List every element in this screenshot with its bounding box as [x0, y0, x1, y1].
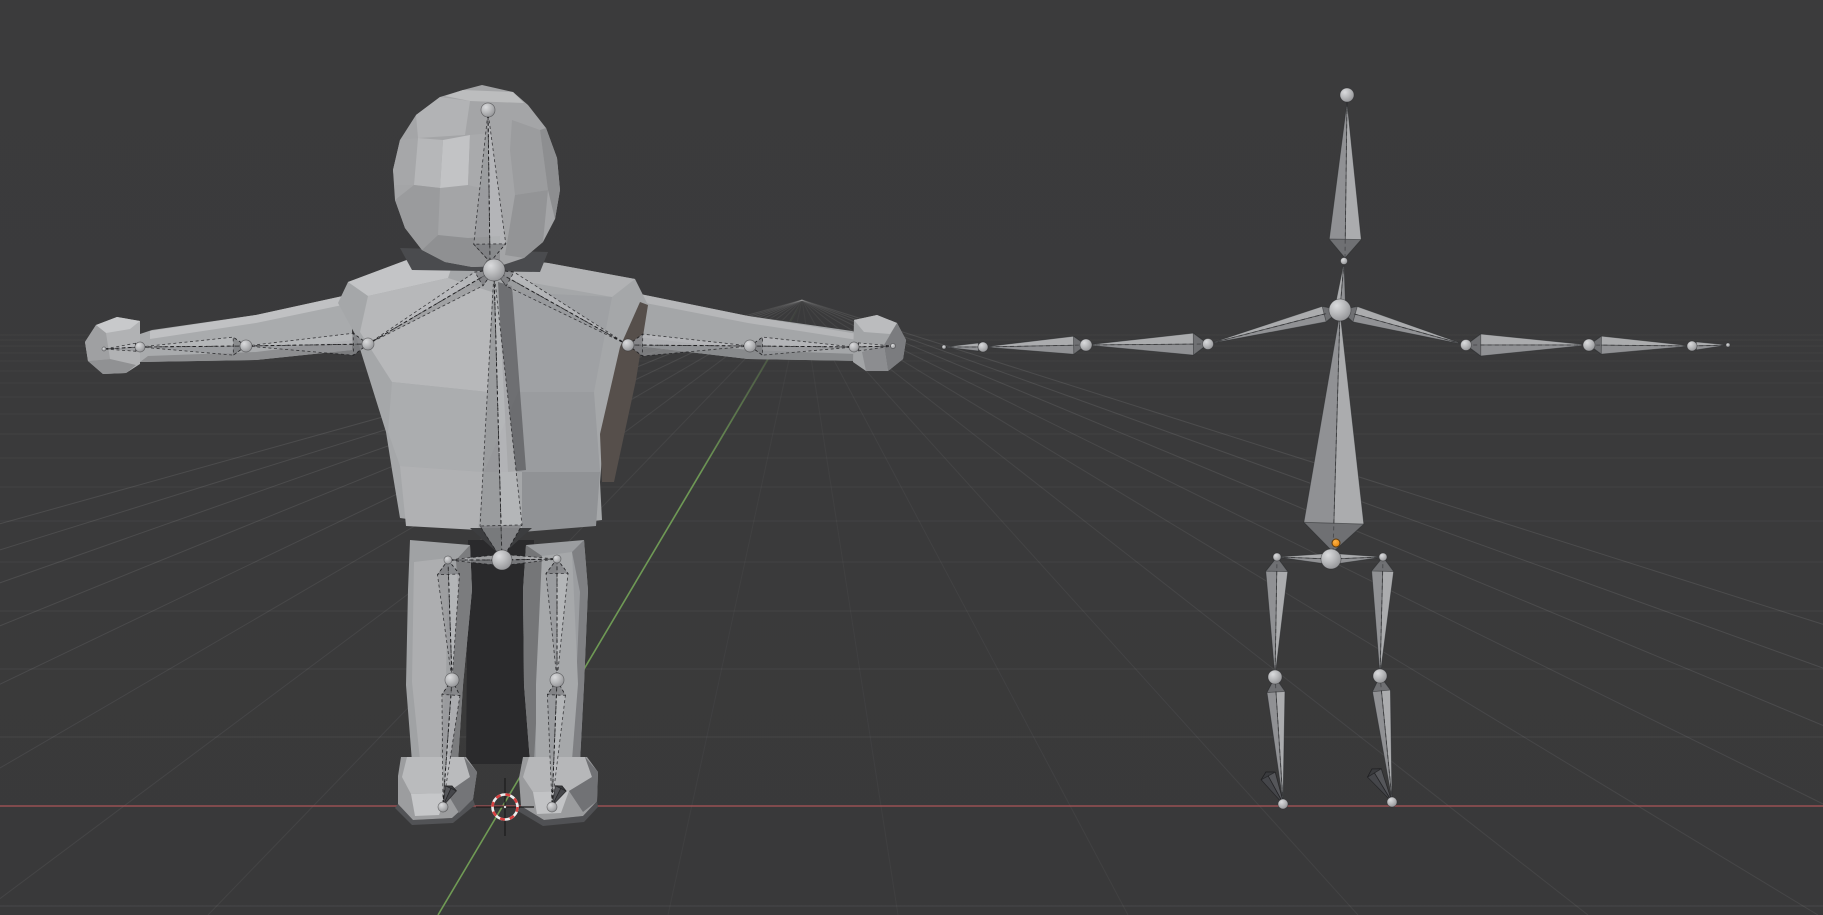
bone-joint-sphere[interactable] — [550, 673, 564, 687]
bone-joint-sphere[interactable] — [1080, 339, 1092, 351]
bone-joint-sphere[interactable] — [362, 338, 374, 350]
cursor-center-dot — [504, 806, 506, 808]
bone-joint-sphere[interactable] — [445, 673, 459, 687]
bone-joint-sphere[interactable] — [1583, 339, 1595, 351]
bone-joint-sphere[interactable] — [744, 340, 756, 352]
bone-joint-sphere[interactable] — [1273, 553, 1281, 561]
bone-joint-sphere[interactable] — [891, 344, 896, 349]
bone-joint-sphere[interactable] — [1329, 299, 1351, 321]
mesh-head-facet — [414, 138, 443, 188]
object-origin-dot[interactable] — [1332, 539, 1340, 547]
bone-joint-sphere[interactable] — [547, 802, 557, 812]
bone-joint-sphere[interactable] — [483, 259, 505, 281]
bone-joint-sphere[interactable] — [1321, 549, 1341, 569]
bone-joint-sphere[interactable] — [492, 550, 512, 570]
bone-joint-sphere[interactable] — [1340, 88, 1354, 102]
bone-joint-sphere[interactable] — [1726, 343, 1730, 347]
mesh-abdomen-left — [388, 382, 488, 472]
bone-joint-sphere[interactable] — [102, 347, 106, 351]
bone-joint-sphere[interactable] — [1461, 340, 1472, 351]
bone-joint-sphere[interactable] — [444, 556, 452, 564]
bone-joint-sphere[interactable] — [622, 339, 634, 351]
bone-joint-sphere[interactable] — [978, 342, 988, 352]
bone-joint-sphere[interactable] — [481, 103, 495, 117]
bone-joint-sphere[interactable] — [1687, 341, 1697, 351]
mesh-hip-right — [522, 472, 600, 532]
blender-3d-viewport[interactable] — [0, 0, 1823, 915]
bone-joint-sphere[interactable] — [1387, 797, 1397, 807]
mesh-hip-left — [400, 466, 484, 530]
bone-joint-sphere[interactable] — [553, 555, 561, 563]
bone-joint-sphere[interactable] — [1373, 669, 1387, 683]
bone-joint-sphere[interactable] — [942, 345, 946, 349]
mesh-head-facet — [440, 135, 470, 188]
bone-joint-sphere[interactable] — [1268, 670, 1282, 684]
bone-joint-sphere[interactable] — [438, 802, 448, 812]
viewport-canvas[interactable] — [0, 0, 1823, 915]
bone-joint-sphere[interactable] — [1278, 799, 1288, 809]
bone-joint-sphere[interactable] — [135, 342, 145, 352]
bone-joint-sphere[interactable] — [1203, 339, 1214, 350]
bone-joint-sphere[interactable] — [1379, 553, 1387, 561]
bone-joint-sphere[interactable] — [240, 340, 252, 352]
bone-joint-sphere[interactable] — [849, 342, 859, 352]
bone-joint-sphere[interactable] — [1341, 258, 1348, 265]
